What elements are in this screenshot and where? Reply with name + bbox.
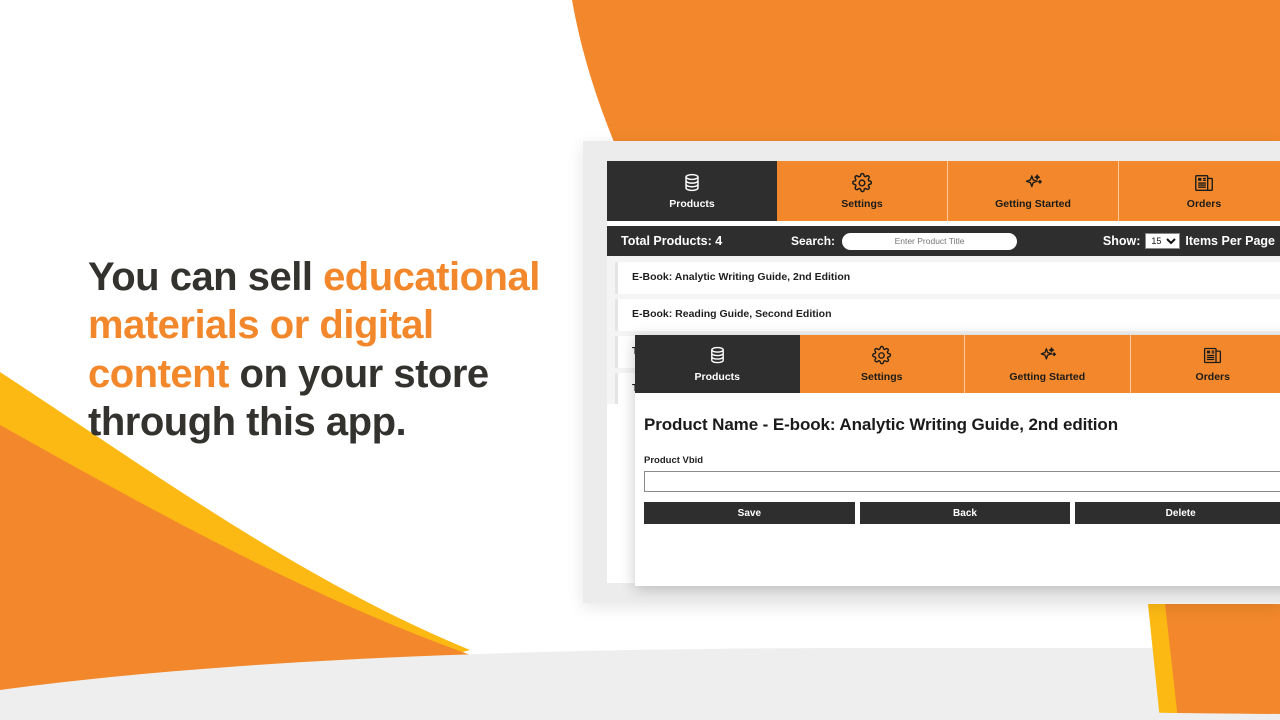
product-detail-modal: Products Settings Getting Started Orders… [635,335,1280,586]
nav-label-products: Products [669,198,715,211]
search-label: Search: [791,234,836,248]
delete-button[interactable]: Delete [1075,502,1280,524]
nav-label-getting-started: Getting Started [995,198,1071,211]
modal-button-row: Save Back Delete [644,502,1280,524]
nav-item-orders[interactable]: Orders [1119,161,1280,221]
nav-item-getting-started[interactable]: Getting Started [948,161,1119,221]
items-per-page-select[interactable]: 15 [1145,233,1181,249]
products-toolbar: Total Products: 4 Search: Show: 15 Items… [607,226,1280,256]
modal-nav-label-settings: Settings [861,371,903,384]
back-button[interactable]: Back [859,502,1071,524]
sparkles-icon [1037,345,1058,367]
items-per-page-label: Items Per Page [1185,234,1275,248]
gear-icon [871,345,892,367]
product-title: E-Book: Reading Guide, Second Edition [632,307,832,320]
bottom-right-orange-shape [1165,604,1280,720]
search-input[interactable] [842,232,1018,250]
database-icon [681,172,703,194]
nav-label-orders: Orders [1186,198,1222,211]
nav-item-settings[interactable]: Settings [777,161,948,221]
modal-nav-item-settings[interactable]: Settings [800,335,965,393]
modal-body: Product Name - E-book: Analytic Writing … [635,393,1280,524]
nav-label-settings: Settings [841,198,883,211]
save-button[interactable]: Save [644,502,855,524]
product-vbid-label: Product Vbid [644,455,704,466]
modal-nav-label-products: Products [694,371,740,384]
gear-icon [851,172,873,194]
promo-segment-1: You can sell [88,255,324,299]
newspaper-icon [1202,345,1223,367]
modal-nav-item-orders[interactable]: Orders [1131,335,1280,393]
show-label: Show: [1102,234,1141,248]
newspaper-icon [1193,172,1215,194]
product-row[interactable]: E-Book: Analytic Writing Guide, 2nd Edit… [615,262,1280,294]
modal-title: Product Name - E-book: Analytic Writing … [644,415,1119,434]
product-vbid-input[interactable] [644,471,1280,492]
product-row[interactable]: E-Book: Reading Guide, Second Edition [615,298,1280,331]
total-products-label: Total Products: 4 [621,234,723,248]
main-navigation: Products Settings Getting Started Orders [607,161,1280,221]
modal-nav-item-products[interactable]: Products [635,335,800,393]
nav-item-products[interactable]: Products [607,161,777,221]
product-title: E-Book: Analytic Writing Guide, 2nd Edit… [632,271,851,283]
items-per-page-group: Show: 15 Items Per Page [1103,233,1275,249]
modal-nav-label-getting-started: Getting Started [1009,371,1086,384]
modal-navigation: Products Settings Getting Started Orders [635,335,1280,393]
sparkles-icon [1022,172,1044,194]
promo-headline: You can sell educational materials or di… [88,253,558,447]
search-group: Search: [791,232,1103,250]
modal-nav-item-getting-started[interactable]: Getting Started [965,335,1131,393]
modal-nav-label-orders: Orders [1195,371,1230,384]
database-icon [707,345,728,367]
